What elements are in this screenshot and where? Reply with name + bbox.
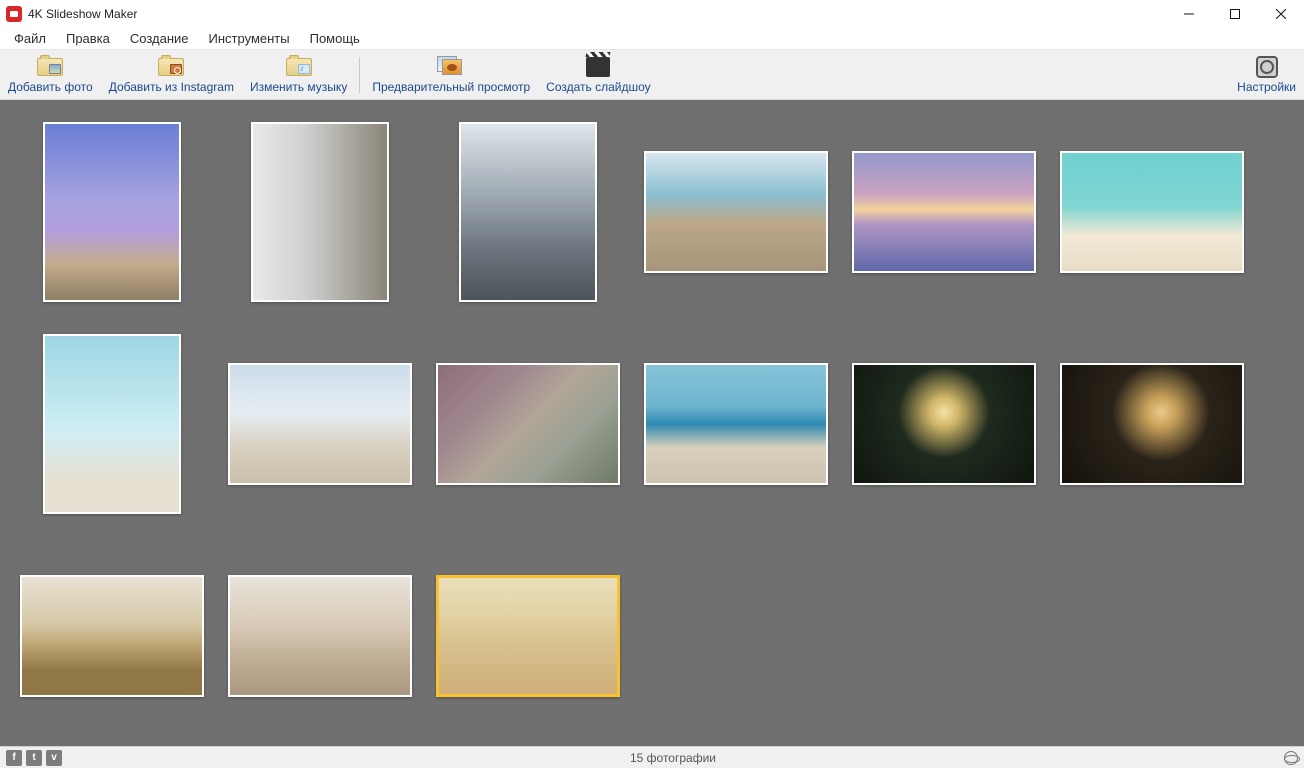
clapperboard-icon: [584, 56, 612, 78]
twitter-icon[interactable]: t: [26, 750, 42, 766]
menubar: Файл Правка Создание Инструменты Помощь: [0, 28, 1304, 50]
photo-cell: [1056, 324, 1248, 524]
photo-thumb-lifeguard[interactable]: [228, 363, 412, 485]
window-title: 4K Slideshow Maker: [28, 7, 137, 21]
preview-icon: [437, 56, 465, 78]
photo-cell: [848, 112, 1040, 312]
statusbar: f t v 15 фотографии: [0, 746, 1304, 768]
photo-thumb-sunset-heart[interactable]: [852, 151, 1036, 273]
vimeo-icon[interactable]: v: [46, 750, 62, 766]
add-instagram-button[interactable]: Добавить из Instagram: [101, 50, 242, 100]
photo-cell: [432, 324, 624, 524]
folder-instagram-icon: [157, 56, 185, 78]
create-slideshow-button[interactable]: Создать слайдшоу: [538, 50, 658, 100]
workspace: [0, 100, 1304, 746]
menu-file[interactable]: Файл: [4, 28, 56, 49]
photo-thumb-teal-beach[interactable]: [1060, 151, 1244, 273]
maximize-button[interactable]: [1212, 0, 1258, 28]
globe-icon[interactable]: [1284, 751, 1298, 765]
photo-cell: [640, 324, 832, 524]
social-links: f t v: [6, 750, 62, 766]
change-music-label: Изменить музыку: [250, 80, 347, 94]
close-button[interactable]: [1258, 0, 1304, 28]
photo-cell: [16, 112, 208, 312]
photo-thumb-family-kiss[interactable]: [436, 363, 620, 485]
minimize-button[interactable]: [1166, 0, 1212, 28]
facebook-icon[interactable]: f: [6, 750, 22, 766]
photo-thumb-eiffel-tower[interactable]: [43, 122, 181, 302]
photo-thumb-christmas-tree-1[interactable]: [852, 363, 1036, 485]
add-photo-label: Добавить фото: [8, 80, 93, 94]
gear-icon: [1253, 56, 1281, 78]
photo-thumb-woman-window[interactable]: [251, 122, 389, 302]
app-icon: [6, 6, 22, 22]
photo-cell: [640, 112, 832, 312]
settings-label: Настройки: [1237, 80, 1296, 94]
photo-thumb-wedding-rings[interactable]: [20, 575, 204, 697]
change-music-button[interactable]: Изменить музыку: [242, 50, 355, 100]
create-slideshow-label: Создать слайдшоу: [546, 80, 650, 94]
photo-thumb-kneel-beach[interactable]: [43, 334, 181, 514]
photo-cell: [1056, 112, 1248, 312]
menu-tools[interactable]: Инструменты: [199, 28, 300, 49]
toolbar: Добавить фото Добавить из Instagram Изме…: [0, 50, 1304, 100]
preview-label: Предварительный просмотр: [372, 80, 530, 94]
folder-photo-icon: [36, 56, 64, 78]
menu-help[interactable]: Помощь: [300, 28, 370, 49]
preview-button[interactable]: Предварительный просмотр: [364, 50, 538, 100]
photo-cell: [432, 112, 624, 312]
photo-cell: [16, 324, 208, 524]
window-controls: [1166, 0, 1304, 28]
titlebar: 4K Slideshow Maker: [0, 0, 1304, 28]
photo-cell: [848, 324, 1040, 524]
photo-cell: [224, 536, 416, 736]
photo-thumb-wedding-couple[interactable]: [228, 575, 412, 697]
folder-music-icon: [285, 56, 313, 78]
photo-thumb-beach-walk[interactable]: [644, 151, 828, 273]
menu-edit[interactable]: Правка: [56, 28, 120, 49]
menu-create[interactable]: Создание: [120, 28, 199, 49]
toolbar-separator: [359, 57, 360, 93]
photo-grid: [16, 112, 1288, 736]
add-photo-button[interactable]: Добавить фото: [0, 50, 101, 100]
photo-thumb-christmas-tree-2[interactable]: [1060, 363, 1244, 485]
settings-button[interactable]: Настройки: [1229, 50, 1304, 100]
status-count: 15 фотографии: [62, 751, 1284, 765]
photo-thumb-city-skyline[interactable]: [459, 122, 597, 302]
photo-thumb-baby[interactable]: [436, 575, 620, 697]
photo-cell: [224, 112, 416, 312]
photo-thumb-hat-beach[interactable]: [644, 363, 828, 485]
photo-cell: [224, 324, 416, 524]
add-instagram-label: Добавить из Instagram: [109, 80, 234, 94]
photo-cell: [432, 536, 624, 736]
photo-cell: [16, 536, 208, 736]
